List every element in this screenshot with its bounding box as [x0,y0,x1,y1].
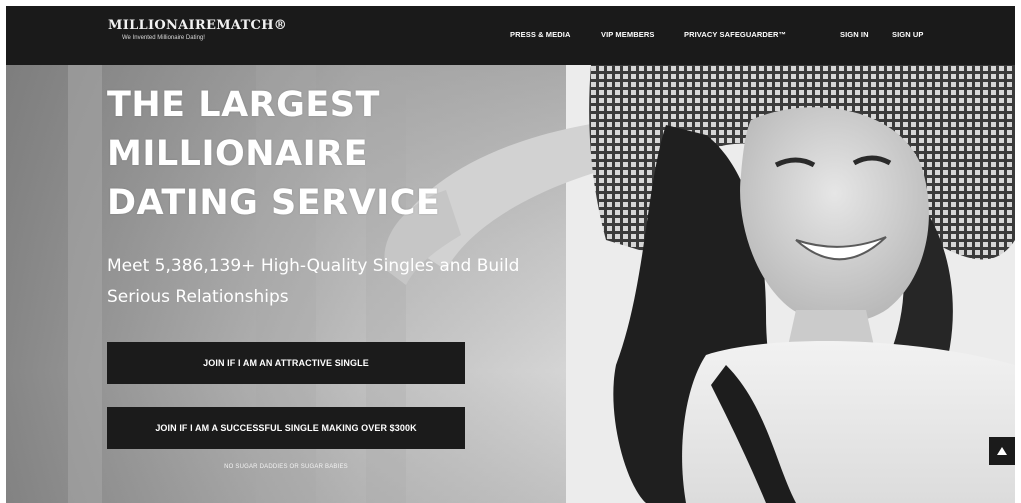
scroll-to-top-button[interactable] [989,437,1015,465]
nav-press-media[interactable]: PRESS & MEDIA [510,30,570,39]
join-successful-single-button[interactable]: JOIN IF I AM A SUCCESSFUL SINGLE MAKING … [107,407,465,449]
main-nav: PRESS & MEDIA VIP MEMBERS PRIVACY SAFEGU… [6,30,1015,44]
arrow-up-icon [997,447,1007,455]
join-attractive-single-button[interactable]: JOIN IF I AM AN ATTRACTIVE SINGLE [107,342,465,384]
site-header: MILLIONAIREMATCH® We Invented Millionair… [6,6,1015,65]
hero-headline: THE LARGEST MILLIONAIRE DATING SERVICE [107,85,441,223]
nav-sign-up[interactable]: SIGN UP [892,30,924,39]
browser-viewport: MILLIONAIREMATCH® We Invented Millionair… [6,6,1015,503]
disclaimer-text: NO SUGAR DADDIES OR SUGAR BABIES [224,464,348,470]
hero-section: THE LARGEST MILLIONAIRE DATING SERVICE M… [6,65,1015,503]
nav-sign-in[interactable]: SIGN IN [840,30,869,39]
hero-subline: Meet 5,386,139+ High-Quality Singles and… [107,256,520,307]
nav-privacy-safeguarder[interactable]: PRIVACY SAFEGUARDER™ [684,30,786,39]
nav-vip-members[interactable]: VIP MEMBERS [601,30,654,39]
